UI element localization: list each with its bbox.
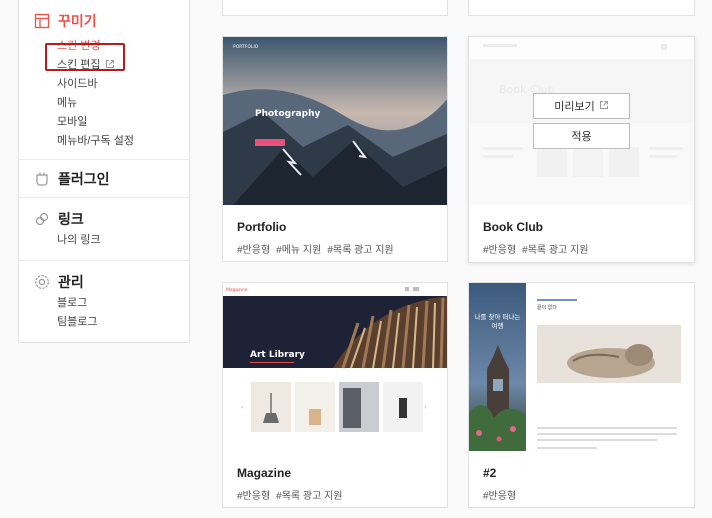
preview-headline-text: Photography — [255, 109, 320, 119]
sidebar-item-menu[interactable]: 메뉴 — [57, 94, 189, 113]
sidebar-item-mobile[interactable]: 모바일 — [57, 113, 189, 132]
preview-brand-text: PORTFOLIO — [233, 44, 259, 50]
skin-card-book-club[interactable]: Book Club 미리보기 적용 Book Club #반응형 #목록 광고 지… — [468, 36, 695, 263]
sidebar-item-menubar-subscribe[interactable]: 메뉴바/구독 설정 — [57, 132, 189, 151]
sidebar-section-link: 링크 나의 링크 — [19, 198, 189, 261]
sidebar-section-customize: 꾸미기 스킨 변경 스킨 편집 사이드바 메뉴 모바일 메뉴바/구독 설정 — [19, 0, 189, 160]
skin-name: #2 — [483, 466, 497, 480]
preview-button[interactable]: 미리보기 — [533, 93, 630, 119]
link-submenu: 나의 링크 — [19, 231, 189, 250]
plugin-icon — [34, 171, 50, 187]
sidebar-section-manage: 관리 블로그 팀블로그 — [19, 261, 189, 343]
skin-tag: #반응형 — [483, 245, 517, 256]
skin-tags: #반응형 — [483, 487, 522, 502]
skin-tag: #목록 광고 지원 — [327, 245, 394, 256]
sidebar-title-plugin: 플러그인 — [58, 171, 110, 187]
skin-card-portfolio[interactable]: PORTFOLIO Photography Portfolio #반응형 #메뉴 … — [222, 36, 448, 262]
apply-button-label: 적용 — [571, 131, 592, 143]
preview-brand-text: Magazine — [226, 287, 248, 293]
sidebar-item-customize[interactable]: 꾸미기 — [19, 9, 189, 33]
skin-thumbnail: PORTFOLIO Photography — [223, 37, 447, 205]
skin-card-magazine[interactable]: Magazine Art Library ‹ › Magazine #반응형 #목… — [222, 282, 448, 508]
sidebar-title-link: 링크 — [58, 211, 84, 227]
sidebar-item-blog[interactable]: 블로그 — [57, 294, 189, 313]
skin-name: Magazine — [237, 466, 292, 480]
preview-headline-text: Art Library — [250, 350, 305, 360]
skin-thumbnail: Book Club 미리보기 적용 — [469, 37, 694, 205]
skin-info: Book Club #반응형 #목록 광고 지원 — [483, 219, 595, 256]
skin-info: Portfolio #반응형 #메뉴 지원 #목록 광고 지원 — [237, 219, 400, 256]
sidebar-item-link[interactable]: 링크 — [19, 207, 189, 231]
preview-side-text: 나를 찾아 떠나는 여행 — [474, 313, 521, 330]
skin-card-partial[interactable] — [222, 0, 448, 16]
skin-tag: #목록 광고 지원 — [276, 491, 343, 502]
skin-tag: #반응형 — [483, 491, 517, 502]
svg-text:›: › — [424, 404, 426, 411]
sidebar-title-customize: 꾸미기 — [58, 13, 97, 29]
skin-thumbnail: 나를 찾아 떠나는 여행 끝이 없다 — [469, 283, 694, 451]
sidebar-item-my-link[interactable]: 나의 링크 — [57, 231, 189, 250]
preview-small-text: 끝이 없다 — [537, 304, 557, 311]
external-link-icon — [599, 100, 609, 113]
skin-card-2[interactable]: 나를 찾아 떠나는 여행 끝이 없다 #2 #반응형 — [468, 282, 695, 508]
sidebar-section-plugin: 플러그인 — [19, 160, 189, 198]
skin-name: Book Club — [483, 220, 543, 234]
skin-tags: #반응형 #목록 광고 지원 — [483, 241, 595, 256]
manage-submenu: 블로그 팀블로그 — [19, 294, 189, 332]
skin-tag: #반응형 — [237, 491, 271, 502]
apply-button[interactable]: 적용 — [533, 123, 630, 149]
sidebar-item-team-blog[interactable]: 팀블로그 — [57, 313, 189, 332]
sidebar-item-sidebar[interactable]: 사이드바 — [57, 75, 189, 94]
skin-info: Magazine #반응형 #목록 광고 지원 — [237, 465, 349, 502]
sidebar-title-manage: 관리 — [58, 274, 84, 290]
sidebar-item-plugin[interactable]: 플러그인 — [19, 167, 189, 191]
highlight-box — [45, 43, 125, 71]
skin-tag: #반응형 — [237, 245, 271, 256]
link-icon — [34, 211, 50, 227]
skin-thumbnail: Magazine Art Library ‹ › — [223, 283, 447, 451]
skin-tags: #반응형 #메뉴 지원 #목록 광고 지원 — [237, 241, 400, 256]
svg-text:‹: ‹ — [241, 404, 243, 411]
skin-card-partial[interactable] — [468, 0, 695, 16]
skin-tag: #목록 광고 지원 — [522, 245, 589, 256]
skin-tags: #반응형 #목록 광고 지원 — [237, 487, 349, 502]
layout-icon — [34, 13, 50, 29]
sidebar: 꾸미기 스킨 변경 스킨 편집 사이드바 메뉴 모바일 메뉴바/구독 설정 플러… — [18, 0, 190, 343]
preview-button-label: 미리보기 — [554, 101, 595, 113]
sidebar-item-manage[interactable]: 관리 — [19, 270, 189, 294]
skin-info: #2 #반응형 — [483, 465, 522, 502]
skin-tag: #메뉴 지원 — [276, 245, 322, 256]
gear-icon — [34, 274, 50, 290]
skin-name: Portfolio — [237, 220, 287, 234]
